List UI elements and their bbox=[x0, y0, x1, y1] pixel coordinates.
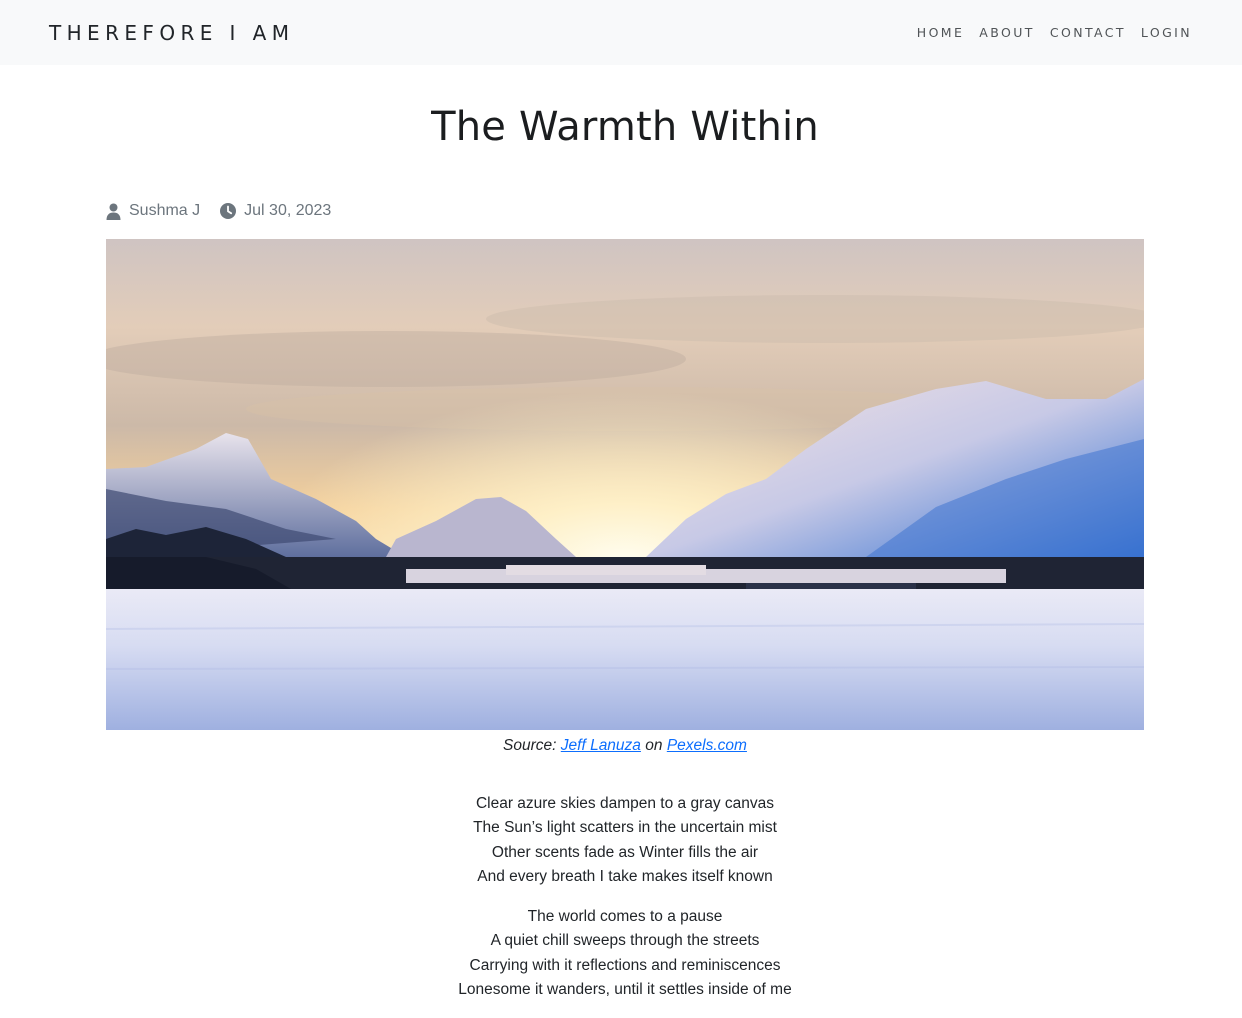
source-site-link[interactable]: Pexels.com bbox=[667, 737, 747, 754]
author-name: Sushma J bbox=[129, 202, 201, 219]
poem-line: Other scents fade as Winter fills the ai… bbox=[491, 843, 759, 861]
poem-stanza: Clear azure skies dampen to a gray canva… bbox=[0, 792, 1242, 889]
clock-icon bbox=[220, 203, 237, 219]
nav-link-about[interactable]: ABOUT bbox=[979, 25, 1035, 40]
date-text: Jul 30, 2023 bbox=[244, 202, 332, 219]
post-meta: Sushma J Jul 30, 2023 bbox=[106, 199, 331, 223]
poem-line: Carrying with it reflections and reminis… bbox=[469, 956, 781, 974]
post-date: Jul 30, 2023 bbox=[220, 202, 331, 220]
poem-stanza: The world comes to a pause A quiet chill… bbox=[0, 905, 1242, 1002]
site-brand[interactable]: THEREFORE I AM bbox=[49, 21, 294, 45]
poem-line: A quiet chill sweeps through the streets bbox=[490, 932, 760, 950]
winter-landscape-image bbox=[106, 239, 1144, 730]
poem-line: Clear azure skies dampen to a gray canva… bbox=[475, 795, 775, 812]
caption-connector: on bbox=[645, 737, 663, 754]
hero-image bbox=[106, 239, 1144, 730]
post-author: Sushma J bbox=[106, 202, 200, 220]
user-icon bbox=[106, 203, 121, 220]
nav-link-home[interactable]: HOME bbox=[917, 25, 965, 40]
page-title: The Warmth Within bbox=[431, 104, 819, 150]
poem-body: Clear azure skies dampen to a gray canva… bbox=[0, 792, 1242, 1018]
photographer-link[interactable]: Jeff Lanuza bbox=[561, 737, 641, 754]
poem-line: The Sun’s light scatters in the uncertai… bbox=[473, 819, 777, 837]
nav-links: HOME ABOUT CONTACT LOGIN bbox=[902, 25, 1192, 40]
poem-line: The world comes to a pause bbox=[527, 908, 723, 926]
caption-prefix: Source: bbox=[503, 737, 557, 754]
navbar: THEREFORE I AM HOME ABOUT CONTACT LOGIN bbox=[0, 0, 1242, 65]
nav-link-contact[interactable]: CONTACT bbox=[1050, 25, 1126, 40]
image-caption: Source: Jeff Lanuza on Pexels.com bbox=[0, 737, 1242, 755]
nav-link-login[interactable]: LOGIN bbox=[1141, 25, 1192, 40]
poem-line: And every breath I take makes itself kno… bbox=[477, 867, 773, 885]
poem-line: Lonesome it wanders, until it settles in… bbox=[458, 981, 792, 999]
